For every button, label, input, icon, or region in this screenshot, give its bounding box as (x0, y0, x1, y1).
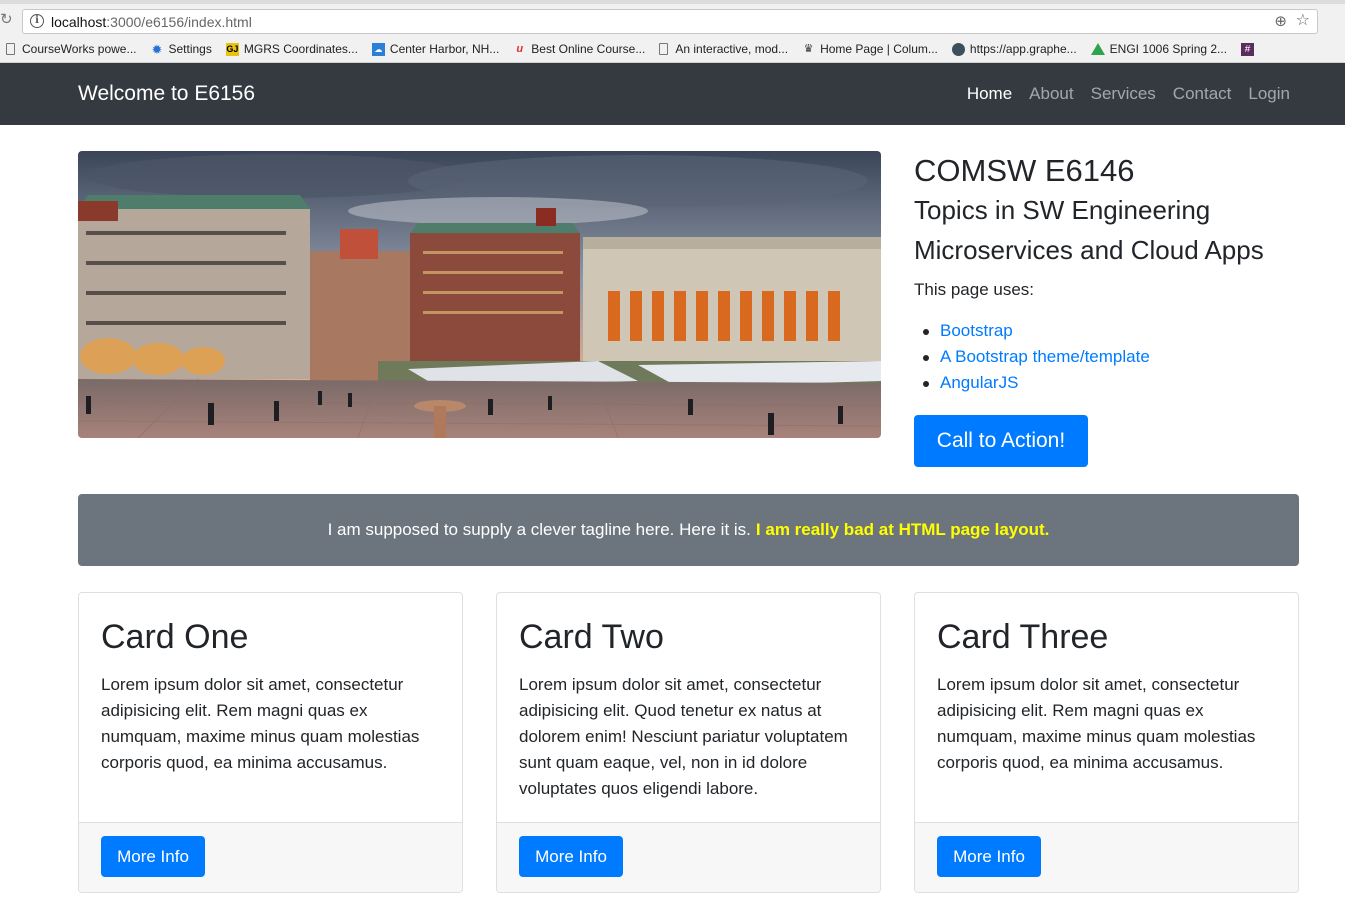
url-host: localhost (51, 14, 107, 30)
bookmark-mgrs[interactable]: GJ MGRS Coordinates... (225, 41, 358, 57)
link-angularjs[interactable]: AngularJS (940, 373, 1018, 392)
bookmark-label: Settings (168, 42, 212, 56)
gear-icon: ✹ (151, 41, 163, 57)
page-icon (659, 43, 669, 55)
call-to-action-button[interactable]: Call to Action! (914, 415, 1088, 467)
card-footer: More Info (79, 822, 462, 892)
bookmark-label: Home Page | Colum... (820, 42, 938, 56)
bookmark-graphenedb[interactable]: https://app.graphe... (951, 41, 1077, 57)
weather-icon: ☁ (371, 42, 385, 56)
bookmark-center-harbor[interactable]: ☁ Center Harbor, NH... (371, 41, 500, 57)
card-text: Lorem ipsum dolor sit amet, consectetur … (519, 675, 848, 798)
bookmark-star-icon[interactable]: ☆ (1296, 12, 1310, 30)
tab-strip (0, 0, 1345, 4)
hexagon-icon (951, 42, 965, 56)
list-item: A Bootstrap theme/template (923, 344, 1314, 370)
card-footer: More Info (497, 822, 880, 892)
navbar-links: Home About Services Contact Login (950, 82, 1290, 106)
card-text: Lorem ipsum dolor sit amet, consectetur … (937, 675, 1256, 772)
list-item: Bootstrap (923, 318, 1314, 344)
slack-icon: # (1241, 42, 1255, 56)
site-navbar: Welcome to E6156 Home About Services Con… (0, 63, 1345, 125)
link-bootstrap-theme[interactable]: A Bootstrap theme/template (940, 347, 1150, 366)
nav-link-about[interactable]: About (1029, 82, 1073, 106)
bookmark-label: MGRS Coordinates... (243, 42, 358, 56)
bookmark-label: Best Online Course... (531, 42, 646, 56)
tagline-highlight: I am really bad at HTML page layout. (755, 520, 1050, 539)
bookmark-settings[interactable]: ✹ Settings (151, 41, 212, 57)
bookmark-label: ENGI 1006 Spring 2... (1109, 42, 1228, 56)
course-title: COMSW E6146 (914, 153, 1135, 188)
card-three: Card Three Lorem ipsum dolor sit amet, c… (914, 592, 1299, 893)
bookmark-slack[interactable]: # (1241, 42, 1259, 56)
card-title: Card One (101, 618, 249, 656)
nav-link-home[interactable]: Home (967, 82, 1012, 106)
bookmark-label: CourseWorks powe... (22, 42, 137, 56)
bookmark-interactive[interactable]: An interactive, mod... (659, 41, 788, 57)
card-body: Card Three Lorem ipsum dolor sit amet, c… (915, 593, 1298, 824)
page-icon (6, 43, 15, 55)
nav-link-services[interactable]: Services (1091, 82, 1156, 106)
reload-icon[interactable]: ↻ (0, 10, 14, 30)
zoom-icon[interactable]: ⊕ (1274, 13, 1287, 31)
card-one: Card One Lorem ipsum dolor sit amet, con… (78, 592, 463, 893)
card-body: Card Two Lorem ipsum dolor sit amet, con… (497, 593, 880, 824)
card-body: Card One Lorem ipsum dolor sit amet, con… (79, 593, 462, 824)
drive-icon (1090, 43, 1105, 55)
tagline-text: I am supposed to supply a clever tagline… (327, 520, 751, 539)
coursera-icon: u (516, 42, 524, 55)
info-icon[interactable]: i (30, 14, 44, 28)
nav-link-login[interactable]: Login (1248, 82, 1290, 106)
bookmark-best-online-course[interactable]: u Best Online Course... (513, 41, 645, 57)
url-path: :3000/e6156/index.html (106, 14, 252, 30)
hero-text: COMSW E6146 Topics in SW Engineering Mic… (914, 152, 1314, 467)
bookmark-label: https://app.graphe... (969, 42, 1077, 56)
bookmark-courseworks[interactable]: CourseWorks powe... (6, 41, 137, 57)
uses-label: This page uses: (914, 280, 1035, 299)
navbar-brand[interactable]: Welcome to E6156 (78, 80, 255, 108)
bookmark-engi-1006[interactable]: ENGI 1006 Spring 2... (1090, 41, 1228, 57)
bookmark-label: Center Harbor, NH... (389, 42, 500, 56)
nav-link-contact[interactable]: Contact (1173, 82, 1232, 106)
uses-list: Bootstrap A Bootstrap theme/template Ang… (914, 318, 1314, 396)
card-footer: More Info (915, 822, 1298, 892)
bookmark-label: An interactive, mod... (675, 42, 789, 56)
browser-chrome: ↻ i localhost:3000/e6156/index.html ⊕ ☆ … (0, 0, 1345, 63)
mgrs-icon: GJ (225, 42, 239, 56)
hero-campus-image (78, 151, 881, 438)
crown-icon: ♛ (803, 42, 814, 55)
bookmark-columbia-home[interactable]: ♛ Home Page | Colum... (802, 41, 938, 57)
course-subtitle-1: Topics in SW Engineering (914, 195, 1211, 225)
address-bar[interactable]: i localhost:3000/e6156/index.html ⊕ ☆ (22, 9, 1318, 34)
course-subtitle-2: Microservices and Cloud Apps (914, 235, 1264, 265)
more-info-button[interactable]: More Info (937, 836, 1041, 877)
list-item: AngularJS (923, 370, 1314, 396)
card-text: Lorem ipsum dolor sit amet, consectetur … (101, 675, 420, 772)
more-info-button[interactable]: More Info (101, 836, 205, 877)
bookmarks-bar: CourseWorks powe... ✹ Settings GJ MGRS C… (6, 39, 1273, 59)
tagline-banner: I am supposed to supply a clever tagline… (78, 494, 1299, 566)
more-info-button[interactable]: More Info (519, 836, 623, 877)
card-title: Card Three (937, 618, 1109, 656)
url-text[interactable]: localhost:3000/e6156/index.html (51, 13, 252, 31)
card-title: Card Two (519, 618, 664, 656)
card-two: Card Two Lorem ipsum dolor sit amet, con… (496, 592, 881, 893)
link-bootstrap[interactable]: Bootstrap (940, 321, 1013, 340)
